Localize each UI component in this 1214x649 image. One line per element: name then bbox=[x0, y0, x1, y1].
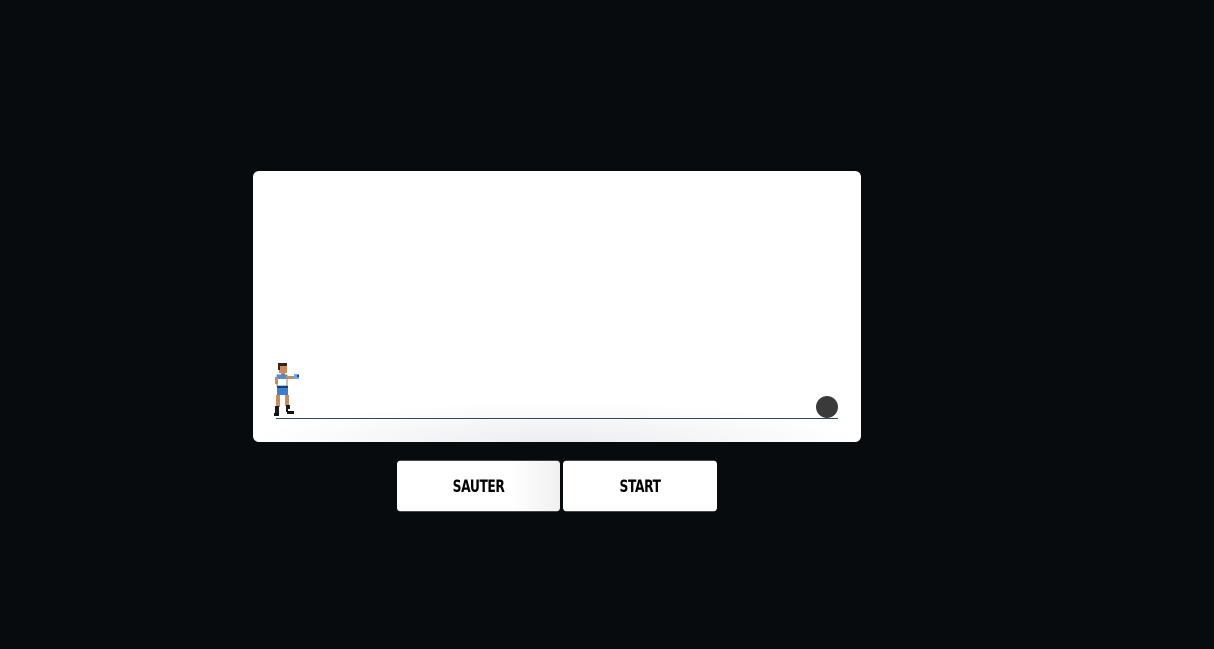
start-button[interactable]: START bbox=[563, 460, 717, 512]
ground-line bbox=[276, 418, 838, 419]
jump-button-label: SAUTER bbox=[452, 475, 505, 497]
controls-bar: SAUTER START bbox=[397, 460, 717, 512]
game-stage: SAUTER START bbox=[0, 0, 1214, 649]
start-button-label: START bbox=[619, 475, 661, 497]
game-canvas[interactable] bbox=[253, 171, 861, 442]
panel-shade bbox=[253, 402, 861, 442]
player-sprite-icon bbox=[274, 363, 299, 416]
jump-button[interactable]: SAUTER bbox=[397, 460, 560, 512]
obstacle-ball-icon bbox=[816, 396, 838, 418]
